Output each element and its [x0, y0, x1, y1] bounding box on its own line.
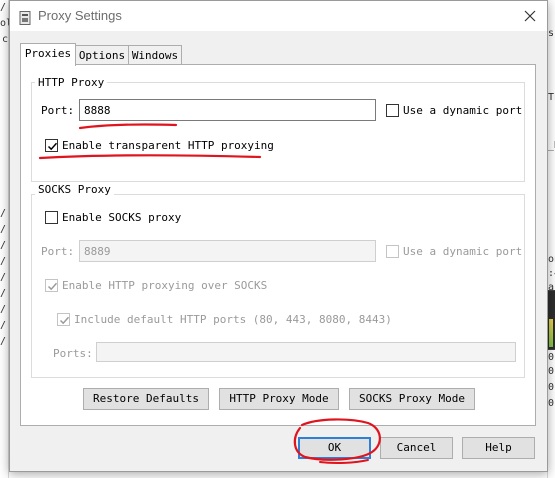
bg-glyph: 0: [548, 398, 555, 409]
background-window-right: sc TE _R on :4 ar 0: 0: 0: 0: [547, 0, 555, 478]
window-title: Proxy Settings [38, 8, 122, 23]
bg-glyph: / [0, 240, 7, 251]
bg-glyph: / [0, 272, 7, 283]
bg-glyph: 0: [548, 352, 555, 363]
title-bar[interactable]: Proxy Settings [10, 1, 547, 31]
http-port-label: Port: [41, 104, 75, 117]
checkmark-icon [47, 142, 58, 151]
bg-glyph: / [0, 320, 7, 331]
socks-port-input[interactable]: 8889 [79, 240, 376, 262]
tab-proxies[interactable]: Proxies [20, 43, 76, 66]
enable-socks-checkbox[interactable] [45, 211, 58, 224]
bg-glyph: 0: [548, 366, 555, 377]
bg-glyph: TE [548, 92, 555, 103]
bg-glyph: :4 [548, 268, 555, 279]
http-over-socks-checkbox[interactable] [45, 279, 58, 292]
tab-options[interactable]: Options [74, 45, 130, 66]
background-window-left: / ol c / / / / / / / / / [0, 0, 12, 478]
bg-glyph: on [548, 254, 555, 265]
include-ports-checkbox[interactable] [57, 313, 70, 326]
ports-input[interactable] [96, 342, 516, 362]
checkmark-icon [47, 282, 58, 291]
bg-glyph: / [0, 304, 7, 315]
http-dynamic-port-label: Use a dynamic port [403, 104, 523, 117]
cancel-button[interactable]: Cancel [380, 437, 453, 459]
bg-glyph: / [0, 2, 7, 13]
enable-socks-label: Enable SOCKS proxy [62, 211, 182, 224]
http-proxy-group-title: HTTP Proxy [35, 76, 108, 89]
restore-defaults-button[interactable]: Restore Defaults [83, 388, 209, 410]
bg-glyph: c [2, 34, 9, 45]
include-ports-label: Include default HTTP ports (80, 443, 808… [74, 313, 392, 326]
socks-proxy-mode-button[interactable]: SOCKS Proxy Mode [349, 388, 475, 410]
checkmark-icon [59, 316, 70, 325]
bg-glyph: / [0, 256, 7, 267]
bg-glyph: _R [548, 140, 555, 151]
socks-dynamic-port-checkbox[interactable] [386, 245, 399, 258]
help-button[interactable]: Help [462, 437, 535, 459]
transparent-proxy-label: Enable transparent HTTP proxying [62, 139, 274, 152]
bg-glyph: / [0, 208, 7, 219]
http-over-socks-label: Enable HTTP proxying over SOCKS [62, 279, 268, 292]
proxies-tab-page: HTTP Proxy Port: 8888 Use a dynamic port… [20, 64, 536, 426]
bg-glyph: / [0, 224, 7, 235]
ok-button[interactable]: OK [298, 437, 371, 459]
http-proxy-mode-button[interactable]: HTTP Proxy Mode [219, 388, 339, 410]
fiddler-app-icon [19, 10, 31, 25]
http-proxy-group [31, 82, 525, 182]
bg-glyph: / [0, 288, 7, 299]
close-icon[interactable] [519, 5, 541, 27]
ports-label: Ports: [53, 347, 93, 360]
proxy-settings-dialog: Proxy Settings Proxies Options Windows H… [9, 0, 548, 472]
socks-dynamic-port-label: Use a dynamic port [403, 245, 523, 258]
http-port-input[interactable]: 8888 [79, 99, 376, 121]
bg-glyph: sc [548, 28, 555, 39]
socks-port-label: Port: [41, 245, 75, 258]
bg-glyph: 0: [548, 382, 555, 393]
bg-glyph: / [0, 336, 7, 347]
socks-proxy-group-title: SOCKS Proxy [35, 183, 114, 196]
tab-windows[interactable]: Windows [128, 45, 182, 66]
http-dynamic-port-checkbox[interactable] [386, 104, 399, 117]
transparent-proxy-checkbox[interactable] [45, 139, 58, 152]
